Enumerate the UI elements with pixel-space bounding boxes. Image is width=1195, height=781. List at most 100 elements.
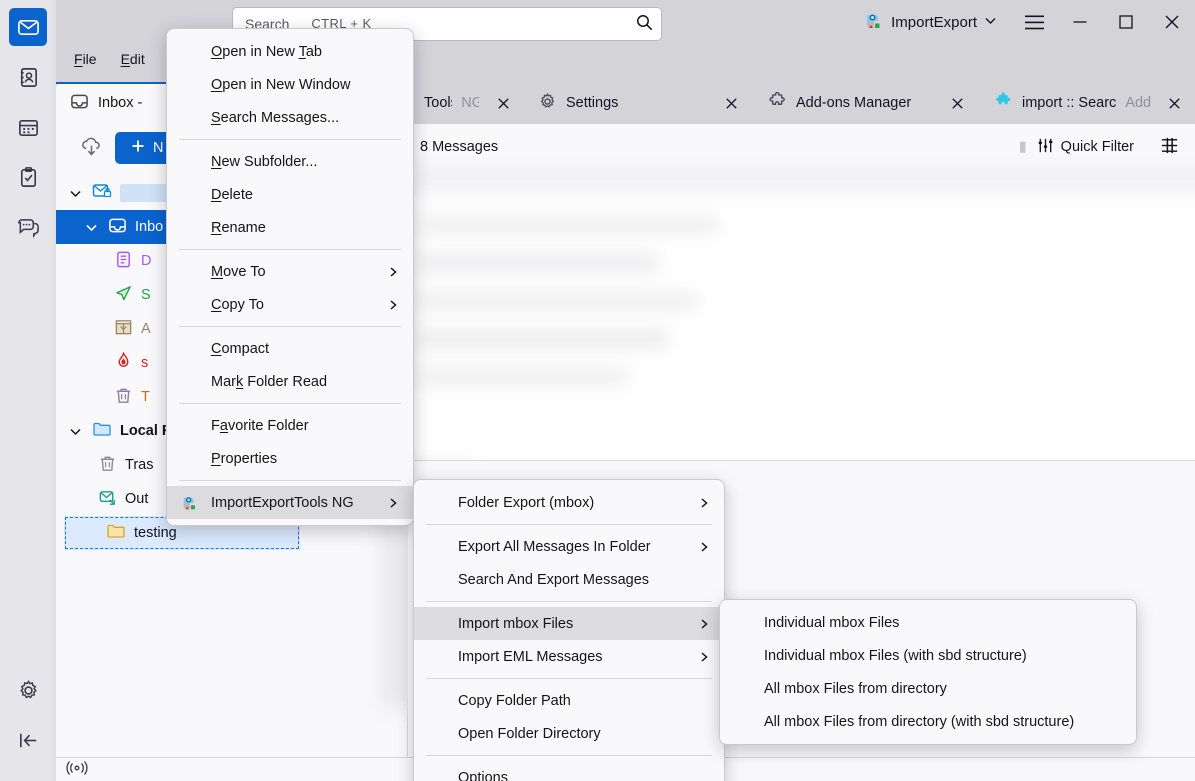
menu-item-search-and-export-messages-label: Search And Export Messages — [458, 572, 649, 588]
tab-addons-manager[interactable]: Add-ons Manager — [754, 82, 980, 124]
tab-settings[interactable]: Settings — [524, 82, 754, 124]
connection-icon — [66, 761, 88, 778]
search-icon — [636, 14, 653, 34]
folder-row-junk-label: s — [141, 355, 148, 371]
message-count-label: 8 Messages — [420, 139, 498, 155]
menu-item-copy-to[interactable]: Copy To — [167, 288, 413, 321]
tab-addons-manager-close-button[interactable] — [944, 90, 970, 116]
local-folders-icon — [92, 420, 112, 442]
menu-item-importexporttools-ng[interactable]: ImportExportTools NG — [167, 486, 413, 519]
tab-tools-ng[interactable]: Tools NG — [410, 82, 524, 124]
quick-filter-button[interactable]: Quick Filter — [1037, 137, 1134, 158]
menu-item-compact[interactable]: Compact — [167, 332, 413, 365]
import-mbox-files-submenu: Individual mbox Files Individual mbox Fi… — [719, 599, 1137, 745]
account-switcher-button[interactable]: ImportExport — [858, 0, 1011, 44]
chevron-down-icon[interactable] — [82, 221, 100, 234]
menu-item-all-mbox-files-from-directory-sbd[interactable]: All mbox Files from directory (with sbd … — [720, 705, 1136, 738]
menu-item-open-folder-directory[interactable]: Open Folder Directory — [414, 717, 724, 750]
menu-item-all-mbox-files-from-directory[interactable]: All mbox Files from directory — [720, 672, 1136, 705]
gear-icon — [538, 92, 557, 115]
menu-item-folder-export-mbox[interactable]: Folder Export (mbox) — [414, 486, 724, 519]
spine-item-calendar[interactable] — [9, 108, 47, 146]
collapse-left-icon — [17, 729, 40, 752]
spine-item-chat[interactable] — [9, 208, 47, 246]
folder-icon — [106, 522, 126, 544]
chevron-down-icon — [984, 14, 997, 30]
fetch-messages-icon[interactable] — [80, 135, 103, 161]
spine-item-settings[interactable] — [9, 671, 47, 709]
menu-item-import-mbox-files-label: Import mbox Files — [458, 616, 573, 632]
tab-tools-ng-close-button[interactable] — [492, 90, 514, 116]
close-icon — [724, 96, 739, 111]
drafts-icon — [114, 250, 133, 273]
sent-icon — [114, 284, 133, 307]
importexporttools-icon — [181, 494, 199, 512]
thread-pane-toolbar-right: ▮ Quick Filter — [1019, 136, 1183, 159]
tab-import-search-addons-label-dim: Add- — [1125, 95, 1150, 111]
display-options-button[interactable] — [1160, 136, 1179, 159]
menu-item-move-to[interactable]: Move To — [167, 255, 413, 288]
menu-item-import-mbox-files[interactable]: Import mbox Files — [414, 607, 724, 640]
folder-row-testing-label: testing — [134, 525, 177, 541]
calendar-icon — [17, 116, 40, 139]
trash-icon — [98, 454, 117, 477]
maximize-button[interactable] — [1103, 0, 1149, 44]
menu-separator — [179, 139, 401, 140]
puzzle-piece-blue-icon — [994, 92, 1013, 115]
tab-settings-close-button[interactable] — [718, 90, 744, 116]
menu-separator — [179, 326, 401, 327]
minimize-button[interactable] — [1057, 0, 1103, 44]
tab-tools-ng-label: Tools — [424, 95, 452, 111]
menu-item-individual-mbox-files[interactable]: Individual mbox Files — [720, 606, 1136, 639]
menu-item-copy-folder-path[interactable]: Copy Folder Path — [414, 684, 724, 717]
folder-row-trash-local-label: Tras — [125, 457, 153, 473]
chevron-right-icon — [361, 497, 399, 509]
chevron-down-icon[interactable] — [66, 425, 84, 438]
envelope-icon — [17, 16, 40, 39]
spine-item-tasks[interactable] — [9, 158, 47, 196]
app-menu-button[interactable] — [1011, 0, 1057, 44]
thread-pane-toolbar: 8 Messages ▮ Quick Filter — [408, 124, 1195, 170]
tab-import-search-addons[interactable]: import :: Search :: Add- — [980, 82, 1195, 124]
outbox-icon — [98, 488, 117, 511]
chevron-down-icon[interactable] — [66, 187, 84, 200]
spine-item-address-book[interactable] — [9, 58, 47, 96]
chevron-right-icon — [672, 618, 710, 630]
folder-row-drafts-label: D — [141, 253, 151, 269]
menu-item-favorite-folder[interactable]: Favorite Folder — [167, 409, 413, 442]
menu-item-new-subfolder[interactable]: New Subfolder... — [167, 145, 413, 178]
menu-item-options[interactable]: Options — [414, 761, 724, 781]
menu-item-open-folder-directory-label: Open Folder Directory — [458, 726, 601, 742]
menu-item-properties[interactable]: Properties — [167, 442, 413, 475]
menu-item-rename[interactable]: Rename — [167, 211, 413, 244]
spine-item-mail[interactable] — [9, 8, 47, 46]
close-button[interactable] — [1149, 0, 1195, 44]
menu-item-mark-folder-read[interactable]: Mark Folder Read — [167, 365, 413, 398]
message-list-blurred[interactable] — [408, 170, 1195, 460]
menu-item-delete[interactable]: Delete — [167, 178, 413, 211]
menu-item-importexporttools-ng-label: ImportExportTools NG — [211, 495, 354, 511]
window-controls: ImportExport — [858, 0, 1195, 44]
menubar-item-file[interactable]: FFileile — [64, 48, 107, 70]
menu-separator — [179, 480, 401, 481]
folder-row-local-folders-label: Local F — [120, 423, 171, 439]
menu-item-search-messages[interactable]: Search Messages... — [167, 101, 413, 134]
filter-sliders-icon — [1037, 137, 1054, 158]
menubar-item-edit[interactable]: Edit — [111, 48, 155, 70]
menu-item-search-and-export-messages[interactable]: Search And Export Messages — [414, 563, 724, 596]
menu-item-export-all-messages-in-folder[interactable]: Export All Messages In Folder — [414, 530, 724, 563]
menu-item-open-in-new-window[interactable]: Open in New Window — [167, 68, 413, 101]
spine-item-collapse[interactable] — [9, 721, 47, 759]
folder-row-archive-label: A — [141, 321, 151, 337]
clipboard-check-icon — [17, 166, 40, 189]
menu-item-all-mbox-files-from-directory-sbd-label: All mbox Files from directory (with sbd … — [764, 714, 1074, 730]
menu-item-open-in-new-tab[interactable]: Open in New Tab — [167, 35, 413, 68]
app-spine — [0, 0, 56, 781]
menu-item-individual-mbox-files-sbd[interactable]: Individual mbox Files (with sbd structur… — [720, 639, 1136, 672]
tab-import-search-addons-close-button[interactable] — [1164, 90, 1185, 116]
menu-item-import-eml-messages[interactable]: Import EML Messages — [414, 640, 724, 673]
tab-import-search-addons-label: import :: Search :: — [1022, 95, 1116, 111]
close-icon — [496, 96, 511, 111]
gear-icon — [17, 679, 40, 702]
account-server-icon — [92, 182, 112, 204]
